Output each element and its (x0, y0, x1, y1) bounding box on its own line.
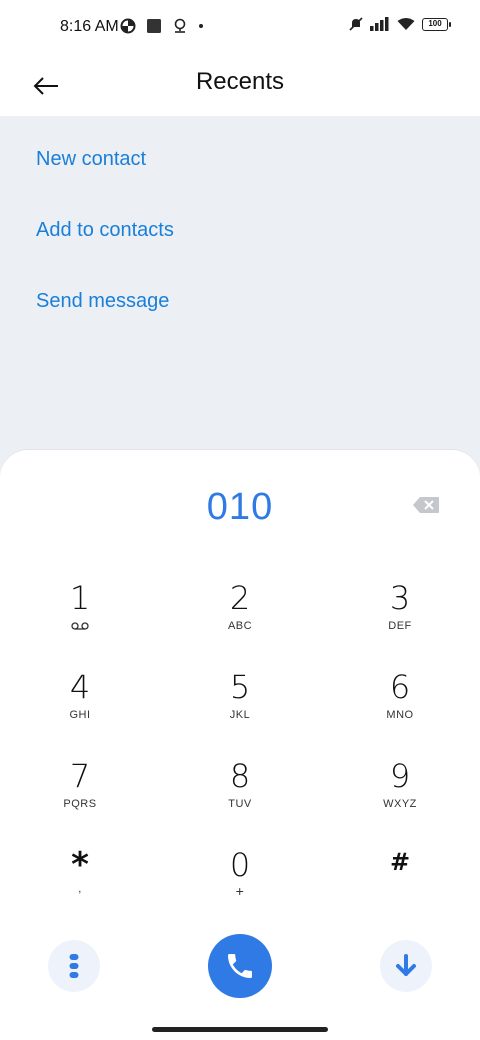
key-digit: 3 (389, 579, 411, 617)
key-letters: GHI (69, 709, 91, 721)
key-7[interactable]: 7 PQRS (25, 758, 135, 828)
key-digit: 8 (229, 757, 251, 795)
status-time: 8:16 AM (60, 18, 119, 35)
data-saver-icon (120, 18, 136, 34)
more-options-icon (69, 954, 79, 978)
key-8[interactable]: 8 TUV (185, 758, 295, 828)
location-icon (174, 18, 186, 33)
navigation-handle[interactable] (152, 1027, 328, 1032)
dot-icon (199, 24, 203, 28)
options-panel: New contact Add to contacts Send message (0, 116, 480, 476)
key-1[interactable]: 1 (25, 580, 135, 650)
key-letters: + (235, 883, 245, 899)
key-letters: ABC (227, 620, 253, 632)
key-digit: 6 (389, 668, 411, 706)
new-contact-option[interactable]: New contact (36, 148, 146, 171)
app-bar: Recents (0, 56, 480, 116)
key-digit: 5 (229, 668, 251, 706)
key-5[interactable]: 5 JKL (185, 669, 295, 739)
key-star[interactable]: * , (25, 847, 135, 917)
key-2[interactable]: 2 ABC (185, 580, 295, 650)
phone-icon (228, 954, 252, 978)
mute-icon (349, 17, 363, 31)
dialed-number: 010 (206, 486, 274, 528)
square-notification-icon (147, 19, 161, 33)
signal-icon (370, 17, 389, 31)
add-to-contacts-option[interactable]: Add to contacts (36, 219, 174, 242)
key-letters: WXYZ (383, 798, 417, 810)
key-digit: 4 (69, 668, 91, 706)
more-options-button[interactable] (48, 940, 100, 992)
call-button[interactable] (208, 934, 272, 998)
key-letters: DEF (388, 620, 412, 632)
battery-icon: 100 (422, 17, 451, 31)
key-3[interactable]: 3 DEF (345, 580, 455, 650)
key-letters: TUV (228, 798, 252, 810)
status-bar: 8:16 AM 100 (0, 0, 480, 56)
key-letters: JKL (229, 709, 251, 721)
key-digit: 0 (229, 846, 251, 884)
key-letters: MNO (386, 709, 414, 721)
send-message-option[interactable]: Send message (36, 290, 169, 313)
key-9[interactable]: 9 WXYZ (345, 758, 455, 828)
key-digit: 1 (69, 579, 91, 617)
key-4[interactable]: 4 GHI (25, 669, 135, 739)
key-0[interactable]: 0 + (185, 847, 295, 917)
key-letters: , (78, 883, 82, 895)
collapse-dialpad-button[interactable] (380, 940, 432, 992)
dialer-pad: 010 1 2 ABC 3 DEF 4 GHI 5 JKL 6 MNO 7 PQ… (0, 450, 480, 1040)
status-icons-left (120, 18, 204, 34)
arrow-down-icon (396, 954, 416, 976)
wifi-icon (397, 18, 415, 30)
key-digit: # (389, 848, 411, 876)
key-digit: 9 (389, 757, 411, 795)
key-hash[interactable]: # (345, 847, 455, 917)
status-icons-right: 100 (349, 17, 451, 31)
backspace-icon[interactable] (412, 496, 440, 514)
voicemail-icon (71, 622, 89, 630)
key-digit: 7 (69, 757, 91, 795)
key-6[interactable]: 6 MNO (345, 669, 455, 739)
key-digit: 2 (229, 579, 251, 617)
page-title: Recents (195, 68, 285, 95)
key-digit: * (71, 845, 89, 885)
key-letters: PQRS (63, 798, 97, 810)
